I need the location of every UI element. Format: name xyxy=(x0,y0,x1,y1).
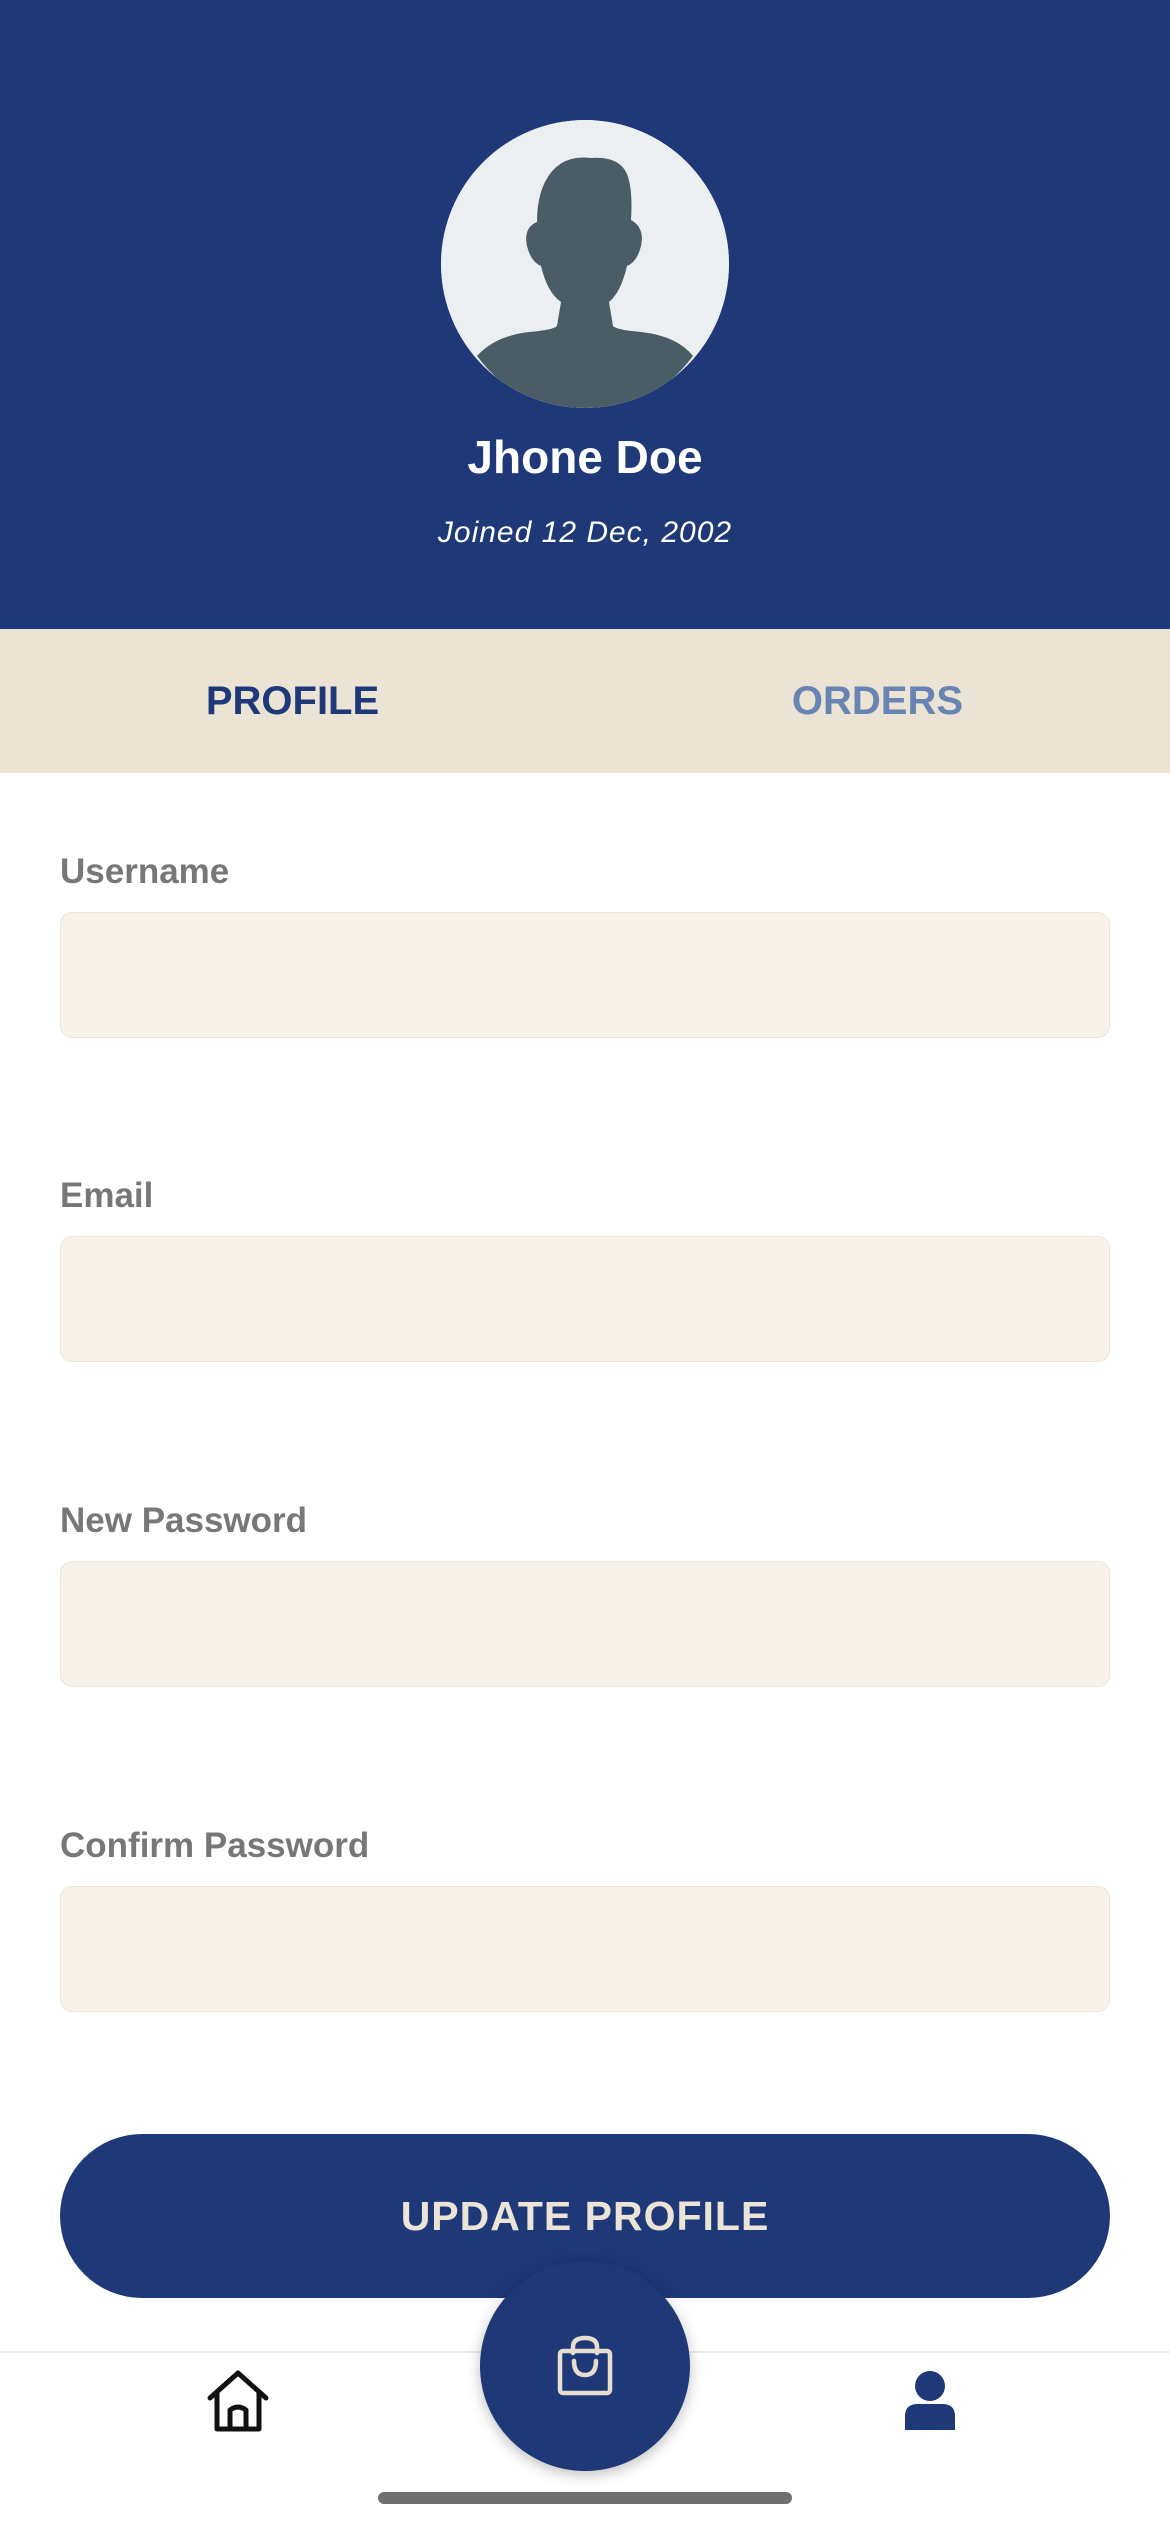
user-silhouette-icon xyxy=(441,120,729,408)
confirm-password-label: Confirm Password xyxy=(60,1826,370,1865)
home-indicator xyxy=(378,2492,792,2504)
user-name: Jhone Doe xyxy=(467,431,703,483)
username-label: Username xyxy=(60,852,230,891)
cart-fab-button[interactable] xyxy=(480,2261,690,2471)
nav-home-button[interactable] xyxy=(196,2359,280,2443)
profile-screen: Jhone Doe Joined 12 Dec, 2002 PROFILE OR… xyxy=(0,0,1170,2532)
user-icon xyxy=(905,2371,955,2430)
new-password-label: New Password xyxy=(60,1501,308,1540)
username-input[interactable] xyxy=(60,912,1110,1038)
avatar[interactable] xyxy=(441,120,729,408)
shopping-bag-icon xyxy=(557,2335,613,2396)
tab-bar: PROFILE ORDERS xyxy=(0,629,1170,773)
profile-header: Jhone Doe Joined 12 Dec, 2002 xyxy=(0,0,1170,629)
email-input[interactable] xyxy=(60,1236,1110,1362)
nav-profile-button[interactable] xyxy=(888,2359,972,2443)
confirm-password-input[interactable] xyxy=(60,1886,1110,2012)
join-date: Joined 12 Dec, 2002 xyxy=(437,516,733,549)
home-icon xyxy=(207,2370,269,2432)
tab-profile[interactable]: PROFILE xyxy=(0,629,585,773)
new-password-input[interactable] xyxy=(60,1561,1110,1687)
email-label: Email xyxy=(60,1176,154,1215)
tab-orders[interactable]: ORDERS xyxy=(585,629,1170,773)
